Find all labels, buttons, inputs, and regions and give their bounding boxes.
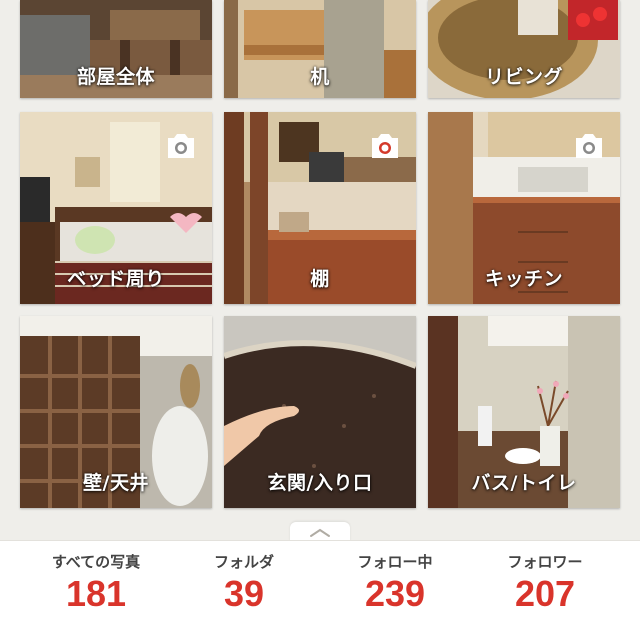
folder-label: バス/トイレ (471, 472, 577, 494)
stat-value: 239 (364, 573, 426, 614)
folder-tile-bath[interactable]: バス/トイレ (428, 316, 620, 508)
stat-value: 207 (514, 573, 576, 614)
profile-stats-bar: すべての写真 181 フォルダ 39 フォロー中 239 フォロワー 207 (0, 540, 640, 641)
folder-tile-room[interactable]: 部屋全体 (20, 0, 212, 98)
folder-tile-desk[interactable]: 机 (224, 0, 416, 98)
folder-tile-bed[interactable]: ベッド周り (20, 112, 212, 304)
stat-value: 39 (223, 573, 265, 614)
chevron-up-icon (310, 528, 330, 537)
stat-label: フォロー中 (357, 553, 433, 571)
camera-icon (168, 134, 194, 158)
folder-label: 玄関/入り口 (267, 472, 373, 494)
stat-label: フォルダ (213, 553, 274, 571)
folder-grid: 部屋全体 机 リビング ベッド周り 棚 キッチン 壁/天井 玄関/入り口 バス/… (0, 0, 640, 520)
folder-label: 棚 (310, 268, 330, 290)
collapse-handle[interactable] (290, 522, 350, 542)
folder-tile-shelf[interactable]: 棚 (224, 112, 416, 304)
camera-icon (576, 134, 602, 158)
stat-label: すべての写真 (51, 553, 141, 571)
folder-tile-kitchen[interactable]: キッチン (428, 112, 620, 304)
folder-label: 部屋全体 (76, 66, 155, 88)
folder-label: ベッド周り (67, 268, 165, 290)
folder-label: 机 (310, 66, 330, 88)
folder-label: 壁/天井 (83, 472, 149, 494)
stat-value: 181 (65, 573, 127, 614)
folder-label: キッチン (484, 268, 563, 290)
folder-label: リビング (484, 66, 563, 88)
camera-icon (372, 134, 398, 158)
stat-label: フォロワー (507, 553, 583, 571)
folder-tile-entrance[interactable]: 玄関/入り口 (224, 316, 416, 508)
folder-tile-wall[interactable]: 壁/天井 (20, 316, 212, 508)
folder-tile-living[interactable]: リビング (428, 0, 620, 98)
